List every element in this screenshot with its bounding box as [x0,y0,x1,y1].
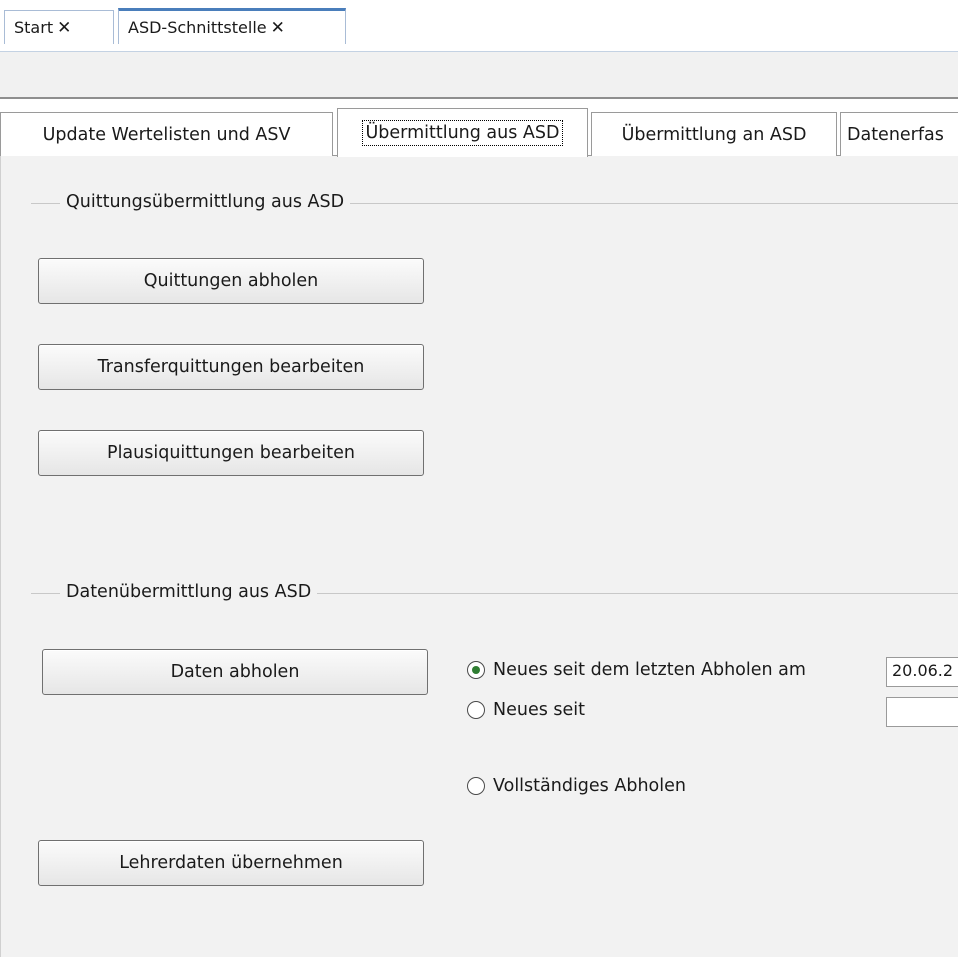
tab-label: Datenerfas [847,124,944,145]
transferquittungen-button[interactable]: Transferquittungen bearbeiten [38,344,424,390]
toolbar-strip [0,52,958,99]
tab-panel: Quittungsübermittlung aus ASD Quittungen… [0,156,958,957]
doc-tab-asd-label: ASD-Schnittstelle [128,18,267,37]
content-tab-bar: Update Wertelisten und ASV Übermittlung … [0,106,958,157]
doc-tab-asd-schnittstelle[interactable]: ASD-Schnittstelle ✕ [118,8,346,44]
tab-uebermittlung-aus-asd[interactable]: Übermittlung aus ASD [337,108,588,157]
radio-label: Neues seit dem letzten Abholen am [493,660,806,680]
document-tab-bar: Start ✕ ASD-Schnittstelle ✕ [0,0,958,52]
radio-label: Neues seit [493,700,586,720]
quittungen-abholen-button[interactable]: Quittungen abholen [38,258,424,304]
radio-new-since[interactable]: Neues seit [467,700,585,720]
daten-group-title: Datenübermittlung aus ASD [60,582,318,602]
close-icon[interactable]: ✕ [271,18,285,38]
tab-label: Update Wertelisten und ASV [42,124,291,145]
lehrerdaten-uebernehmen-button[interactable]: Lehrerdaten übernehmen [38,840,424,886]
since-date-field[interactable] [886,697,958,727]
plausiquittungen-button[interactable]: Plausiquittungen bearbeiten [38,430,424,476]
close-icon[interactable]: ✕ [57,18,71,38]
doc-tab-start[interactable]: Start ✕ [4,10,114,44]
quittung-group-title: Quittungsübermittlung aus ASD [60,192,351,212]
radio-full-fetch[interactable]: Vollständiges Abholen [467,776,686,796]
last-fetch-date-field[interactable]: 20.06.2 [886,657,958,687]
radio-checked-icon[interactable] [467,661,485,679]
daten-abholen-button[interactable]: Daten abholen [42,649,428,695]
tab-update-wertelisten[interactable]: Update Wertelisten und ASV [0,112,333,156]
tab-label: Übermittlung an ASD [621,124,807,145]
radio-unchecked-icon[interactable] [467,701,485,719]
doc-tab-start-label: Start [14,18,54,37]
tab-datenerfassung[interactable]: Datenerfas [840,112,958,156]
tab-label: Übermittlung aus ASD [361,120,564,146]
radio-unchecked-icon[interactable] [467,777,485,795]
radio-label: Vollständiges Abholen [493,776,686,796]
tab-uebermittlung-an-asd[interactable]: Übermittlung an ASD [591,112,837,156]
radio-since-last-fetch[interactable]: Neues seit dem letzten Abholen am [467,660,806,680]
